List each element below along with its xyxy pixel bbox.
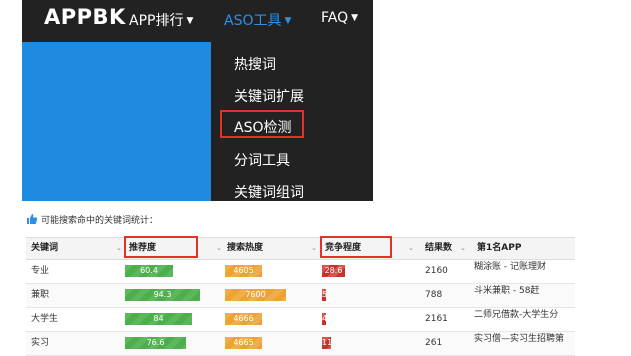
keyword-cell: 专业 (31, 266, 50, 276)
menu-item-keyword-combine[interactable]: 关键词组词 (234, 182, 304, 201)
column-header-results[interactable]: 结果数 (425, 238, 452, 259)
keyword-cell: 大学生 (31, 314, 59, 324)
top-app-link[interactable]: 二师兄借款-大学生分 (474, 308, 558, 322)
keyword-cell: 兼职 (31, 290, 50, 300)
recommend-bar: 76.6 (125, 337, 186, 349)
top-app-link[interactable]: 糊涂账 - 记账理财 (474, 260, 546, 274)
menu-item-aso-check[interactable]: ASO检测 (234, 117, 291, 137)
nav-app-ranking-label: APP排行 (129, 13, 184, 29)
nav-aso-tools[interactable]: ASO工具 ▼ (224, 10, 291, 30)
nav-faq-label: FAQ (321, 10, 349, 26)
caret-down-icon: ▼ (351, 13, 359, 23)
navbar-screenshot: APPBK APP排行 ▼ ASO工具 ▼ FAQ ▼ 热搜词 关键词扩展 ASO检测… (22, 0, 373, 201)
top-app-link[interactable]: 实习僧—实习生招聘第 (474, 332, 564, 346)
table-row[interactable]: 兼职 94.3 7600 5 788 斗米兼职 - 58赶 (26, 284, 575, 308)
search-heat-bar: 7600 (225, 289, 286, 301)
results-cell: 261 (425, 338, 443, 348)
results-cell: 2160 (425, 266, 448, 276)
competition-bar: 4 (322, 313, 326, 325)
table-row[interactable]: 专业 60.4 4605 28.6 2160 糊涂账 - 记账理财 (26, 260, 575, 284)
column-header-recommend[interactable]: 推荐度 (129, 238, 156, 259)
nav-app-ranking[interactable]: APP排行 ▼ (129, 10, 193, 30)
column-header-competition[interactable]: 竞争程度 (325, 238, 361, 259)
top-navbar: APPBK APP排行 ▼ ASO工具 ▼ FAQ ▼ (22, 0, 373, 42)
search-heat-bar: 4665 (225, 337, 262, 349)
competition-bar: 28.6 (322, 265, 345, 277)
search-heat-bar: 4666 (225, 313, 262, 325)
caret-down-icon: ▼ (284, 16, 292, 26)
stats-heading: 可能搜索命中的关键词统计： (26, 213, 158, 227)
column-header-search-heat[interactable]: 搜索热度 (227, 238, 263, 259)
keyword-cell: 实习 (31, 338, 50, 348)
recommend-bar: 94.3 (125, 289, 200, 301)
keyword-stats-table: 关键词 ⌄ 推荐度 ⌄ 搜索热度 ⌄ 竞争程度 ⌄ 结果数 ⌄ 第1名APP 专… (26, 236, 575, 356)
table-body: 专业 60.4 4605 28.6 2160 糊涂账 - 记账理财 兼职 94.… (26, 260, 575, 356)
competition-bar: 11 (322, 337, 331, 349)
aso-tools-dropdown: 热搜词 关键词扩展 ASO检测 分词工具 关键词组词 (211, 42, 373, 201)
caret-down-icon: ▼ (186, 16, 194, 26)
results-cell: 788 (425, 290, 443, 300)
menu-item-keyword-expand[interactable]: 关键词扩展 (234, 86, 304, 106)
menu-item-word-segment[interactable]: 分词工具 (234, 150, 290, 170)
sort-icon[interactable]: ⌄ (408, 238, 414, 259)
sort-icon[interactable]: ⌄ (216, 238, 222, 259)
table-header: 关键词 ⌄ 推荐度 ⌄ 搜索热度 ⌄ 竞争程度 ⌄ 结果数 ⌄ 第1名APP (26, 236, 575, 260)
brand-logo[interactable]: APPBK (44, 5, 126, 29)
competition-bar: 5 (322, 289, 326, 301)
sort-icon[interactable]: ⌄ (460, 238, 466, 259)
menu-item-hot-search[interactable]: 热搜词 (234, 54, 276, 74)
nav-faq[interactable]: FAQ ▼ (321, 10, 358, 26)
stats-title: 可能搜索命中的关键词统计： (41, 216, 159, 226)
sort-icon[interactable]: ⌄ (311, 238, 317, 259)
recommend-bar: 84 (125, 313, 192, 325)
column-header-keyword[interactable]: 关键词 (31, 238, 58, 259)
table-row[interactable]: 实习 76.6 4665 11 261 实习僧—实习生招聘第 (26, 332, 575, 356)
table-row[interactable]: 大学生 84 4666 4 2161 二师兄借款-大学生分 (26, 308, 575, 332)
search-heat-bar: 4605 (225, 265, 262, 277)
thumbs-up-icon (27, 214, 38, 224)
column-header-top-app[interactable]: 第1名APP (477, 238, 521, 259)
sort-icon[interactable]: ⌄ (116, 238, 122, 259)
recommend-bar: 60.4 (125, 265, 173, 277)
top-app-link[interactable]: 斗米兼职 - 58赶 (474, 284, 539, 298)
nav-aso-tools-label: ASO工具 (224, 13, 282, 29)
results-cell: 2161 (425, 314, 448, 324)
